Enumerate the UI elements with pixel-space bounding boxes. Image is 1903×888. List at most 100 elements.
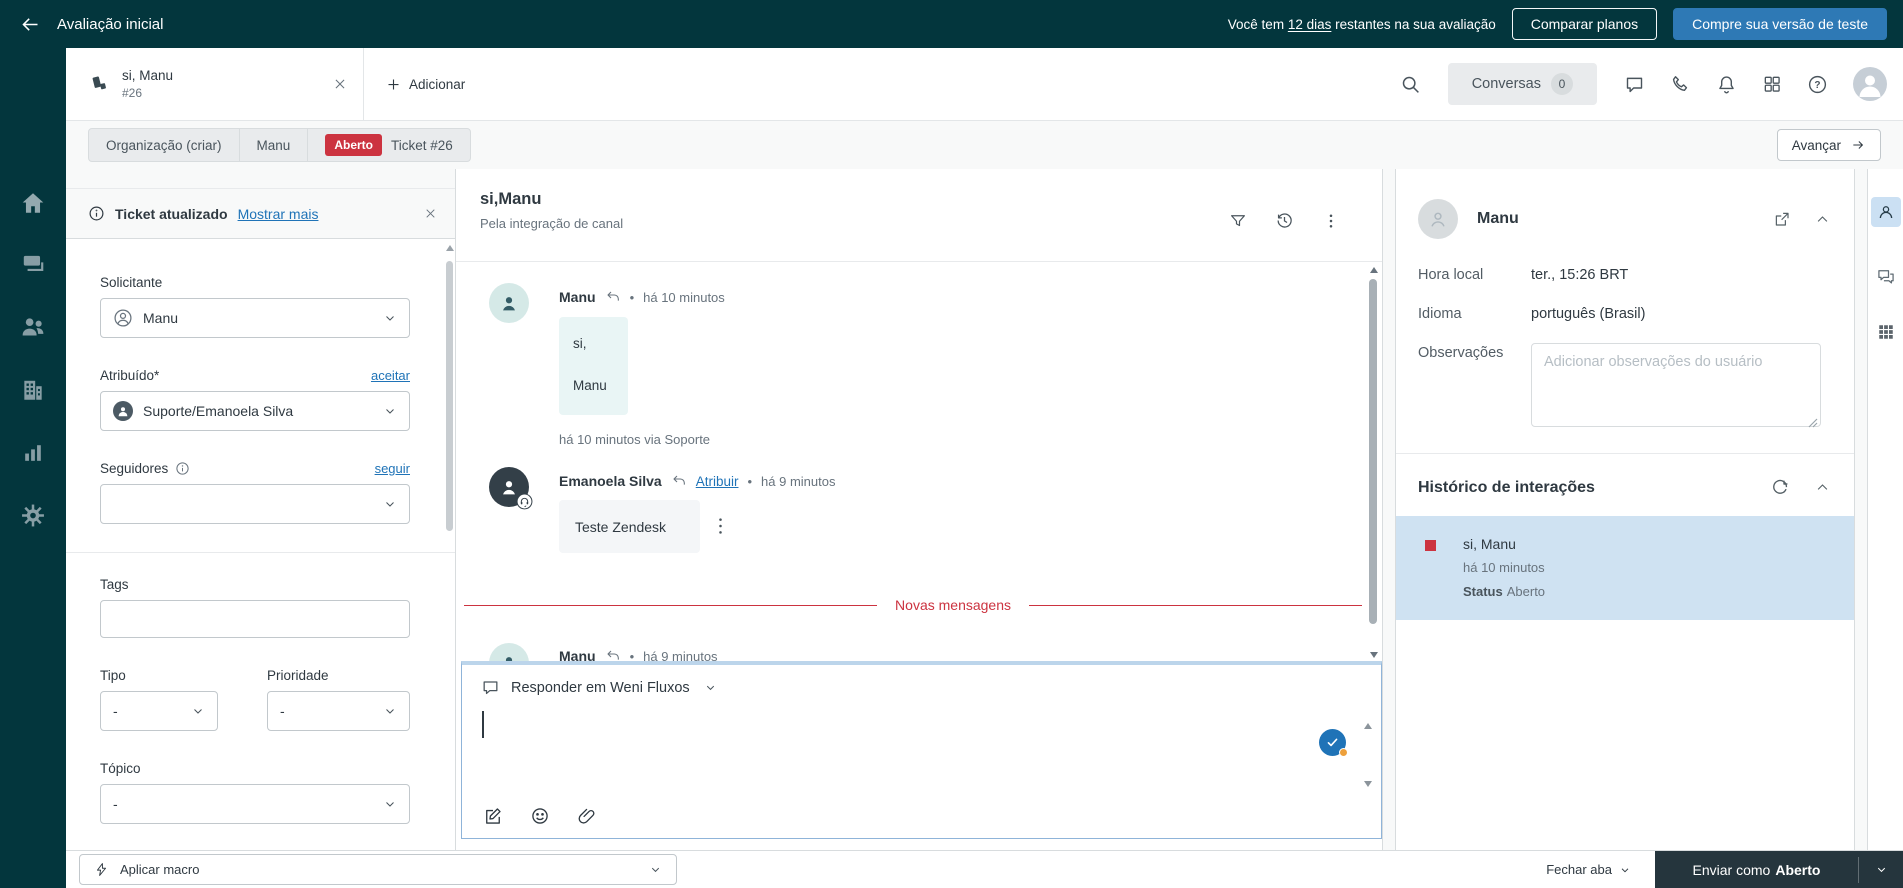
user-panel-tab-active[interactable] — [1871, 197, 1901, 227]
emoji-icon[interactable] — [530, 806, 550, 826]
reply-icon[interactable] — [605, 289, 621, 305]
seguir-link[interactable]: seguir — [375, 461, 410, 476]
message-header: Manu • há 10 minutos — [559, 289, 725, 305]
field-value: ter., 15:26 BRT — [1531, 265, 1628, 283]
overflow-menu-icon[interactable] — [1322, 211, 1340, 230]
chat-bubbles-icon — [1876, 267, 1896, 287]
composer-text-area[interactable] — [478, 707, 1333, 797]
filter-icon[interactable] — [1229, 211, 1247, 230]
user-avatar[interactable] — [1853, 67, 1887, 101]
ticket-status-square-icon — [1425, 540, 1436, 551]
field-solicitante: Solicitante Manu — [100, 275, 410, 338]
apply-macro-select[interactable]: Aplicar macro — [79, 854, 677, 885]
collapse-icon[interactable] — [1815, 480, 1830, 495]
history-item-selected[interactable]: si, Manu há 10 minutos StatusAberto — [1396, 516, 1854, 620]
chevron-down-icon — [383, 704, 397, 718]
field-label: Hora local — [1418, 265, 1531, 283]
add-tab-button[interactable]: Adicionar — [364, 48, 487, 120]
apps-tab[interactable] — [1877, 323, 1895, 341]
tipo-select[interactable]: - — [100, 691, 218, 731]
attachment-icon[interactable] — [577, 806, 597, 826]
chevron-down-icon — [383, 497, 397, 511]
notification-dot — [1339, 748, 1348, 757]
conversation-header: si,Manu Pela integração de canal — [456, 169, 1382, 262]
buy-trial-button[interactable]: Compre sua versão de teste — [1673, 8, 1887, 40]
collapse-icon[interactable] — [1815, 212, 1830, 227]
chevron-down-icon — [383, 311, 397, 325]
message-footer: há 10 minutos via Soporte — [559, 432, 710, 447]
conversations-button[interactable]: Conversas 0 — [1448, 63, 1597, 105]
search-icon[interactable] — [1394, 68, 1427, 101]
svg-text:?: ? — [1814, 80, 1820, 91]
chat-icon[interactable] — [1618, 68, 1651, 101]
breadcrumb-ticket[interactable]: Aberto Ticket #26 — [308, 129, 469, 161]
customers-icon[interactable] — [20, 313, 47, 340]
bell-icon[interactable] — [1710, 68, 1743, 101]
help-icon[interactable]: ? — [1801, 68, 1834, 101]
breadcrumb-organization[interactable]: Organização (criar) — [89, 129, 240, 161]
breadcrumb: Organização (criar) Manu Aberto Ticket #… — [66, 121, 1903, 169]
ticket-updated-alert: Ticket atualizado Mostrar mais — [66, 189, 455, 239]
plus-icon — [386, 77, 401, 92]
conversation-scrollbar[interactable] — [1369, 265, 1379, 658]
user-field-row: Idioma português (Brasil) — [1396, 304, 1854, 322]
speech-bubble-icon — [481, 678, 500, 697]
conversations-count-badge: 0 — [1551, 73, 1573, 95]
trial-days-link[interactable]: 12 dias — [1288, 17, 1332, 32]
field-topico: Tópico - — [100, 761, 410, 824]
close-tab-button[interactable]: Fechar aba — [1546, 862, 1631, 877]
app-header: si, Manu #26 Adicionar Conversas 0 — [0, 48, 1903, 121]
compose-note-icon[interactable] — [483, 806, 503, 826]
chevron-down-icon — [649, 863, 662, 876]
interaction-history-title: Histórico de interações — [1418, 479, 1595, 497]
field-atribuido: Atribuído* aceitar Suporte/Emanoela Silv… — [100, 368, 410, 431]
compare-plans-button[interactable]: Comparar planos — [1512, 8, 1657, 40]
chevron-down-icon — [383, 404, 397, 418]
reply-icon[interactable] — [671, 473, 687, 489]
tags-label: Tags — [100, 577, 129, 592]
back-arrow-icon[interactable] — [20, 14, 41, 35]
ticket-tab[interactable]: si, Manu #26 — [66, 48, 364, 120]
submit-options-icon[interactable] — [1859, 851, 1903, 888]
atribuido-select[interactable]: Suporte/Emanoela Silva — [100, 391, 410, 431]
breadcrumb-requester[interactable]: Manu — [240, 129, 309, 161]
observations-textarea[interactable] — [1531, 343, 1821, 427]
atribuir-link[interactable]: Atribuir — [696, 474, 739, 489]
open-in-new-icon[interactable] — [1773, 210, 1791, 228]
prioridade-select[interactable]: - — [267, 691, 410, 731]
message-bubble: si, Manu — [559, 317, 628, 415]
submit-as-open-button[interactable]: Enviar comoAberto — [1655, 851, 1858, 888]
seguidores-select[interactable] — [100, 484, 410, 524]
field-tags: Tags — [100, 577, 410, 638]
next-button[interactable]: Avançar — [1777, 129, 1881, 161]
trial-message: Você tem 12 dias restantes na sua avalia… — [1228, 17, 1496, 32]
ticket-properties-panel: Ticket atualizado Mostrar mais Solicitan… — [66, 188, 455, 850]
refresh-icon[interactable] — [1771, 478, 1790, 497]
macro-zap-icon — [94, 862, 109, 877]
history-icon[interactable] — [1275, 211, 1294, 230]
views-icon[interactable] — [20, 251, 46, 277]
reporting-icon[interactable] — [21, 440, 46, 465]
phone-icon[interactable] — [1664, 68, 1697, 101]
aceitar-link[interactable]: aceitar — [371, 368, 410, 383]
apps-grid-icon[interactable] — [1756, 68, 1788, 100]
history-item-time: há 10 minutos — [1463, 560, 1545, 575]
trial-bar: Avaliação inicial Você tem 12 dias resta… — [0, 0, 1903, 48]
left-panel-scrollbar[interactable] — [446, 243, 454, 844]
solicitante-select[interactable]: Manu — [100, 298, 410, 338]
topico-select[interactable]: - — [100, 784, 410, 824]
tags-input[interactable] — [100, 600, 410, 638]
home-icon[interactable] — [20, 190, 46, 216]
admin-gear-icon[interactable] — [21, 503, 46, 528]
user-context-panel: Manu Hora local ter., 15:26 BRT Idioma p… — [1395, 169, 1855, 850]
conversations-tab[interactable] — [1876, 267, 1896, 287]
organizations-icon[interactable] — [20, 377, 46, 403]
solicitante-label: Solicitante — [100, 275, 162, 290]
show-more-link[interactable]: Mostrar mais — [238, 206, 319, 222]
composer-scrollbar[interactable] — [1364, 723, 1374, 787]
message-menu-icon[interactable] — [712, 513, 729, 539]
tab-close-icon[interactable] — [333, 77, 347, 91]
alert-close-icon[interactable] — [424, 207, 437, 220]
channel-selector[interactable]: Responder em Weni Fluxos — [462, 665, 1381, 697]
message-bubble: Teste Zendesk — [559, 500, 700, 553]
